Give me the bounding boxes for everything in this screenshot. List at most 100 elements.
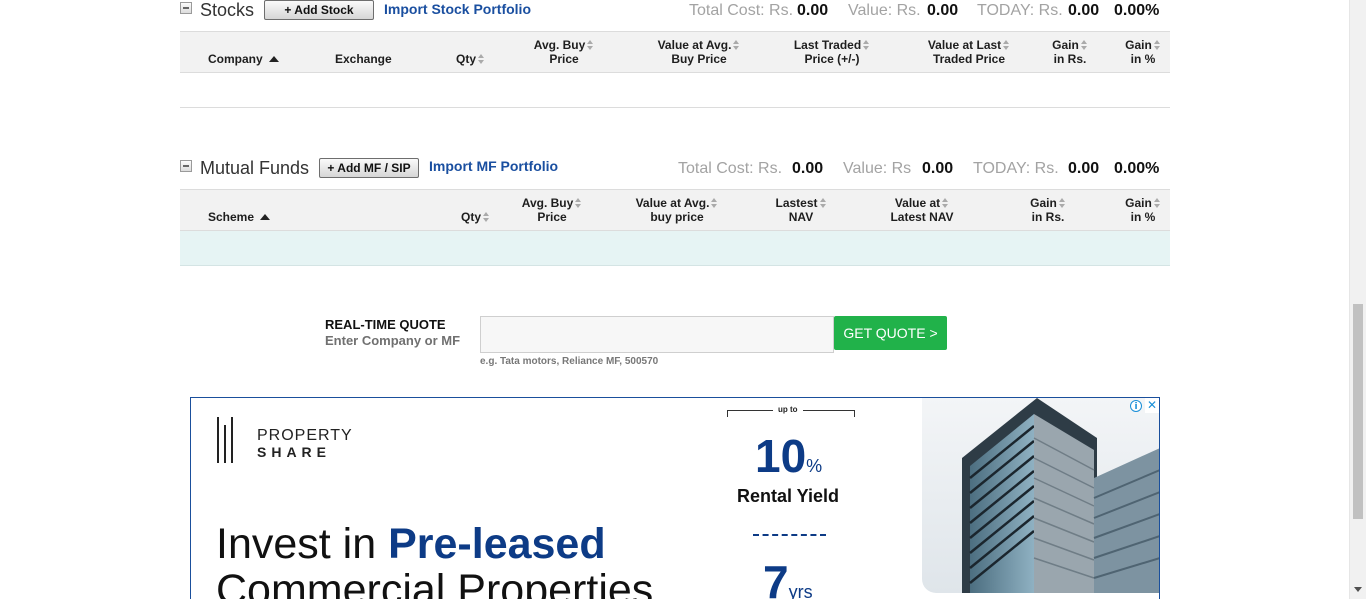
rental-yield-unit: % — [806, 456, 823, 476]
col-mf-value-avg-header[interactable]: Value at Avg. buy price — [622, 196, 732, 224]
col-lastest-nav-label-2: NAV — [788, 210, 814, 224]
stocks-total-cost-label: Total Cost: Rs. — [689, 2, 794, 19]
mf-collapse-icon[interactable] — [180, 160, 192, 172]
add-stock-button[interactable]: + Add Stock — [264, 0, 374, 20]
col-mf-value-avg-label-1: Value at Avg. — [635, 196, 710, 210]
col-mf-value-avg-label-2: buy price — [650, 210, 704, 224]
col-gain-pct-label-1: Gain — [1125, 38, 1152, 52]
col-gain-rs-label-2: in Rs. — [1053, 52, 1087, 66]
mf-today-value: 0.00 — [1068, 160, 1100, 177]
col-last-traded-label-2: Price (+/-) — [804, 52, 860, 66]
stocks-today-value: 0.00 — [1068, 2, 1100, 19]
logo-text-property: PROPERTY — [257, 427, 353, 444]
col-mf-gain-pct-header[interactable]: Gain in % — [1118, 196, 1168, 224]
ad-dashed-divider — [753, 534, 826, 536]
tenure-figure: 7yrs — [763, 555, 813, 599]
col-mf-gain-pct-label-1: Gain — [1125, 196, 1152, 210]
col-gain-pct-label-2: in % — [1130, 52, 1156, 66]
mf-empty-row — [180, 231, 1170, 266]
ad-close-icon[interactable]: ✕ — [1145, 398, 1159, 413]
stocks-table-body-divider — [180, 107, 1170, 108]
col-mf-gain-rs-label-2: in Rs. — [1031, 210, 1065, 224]
sort-icon — [478, 54, 485, 64]
col-scheme-header[interactable]: Scheme — [208, 210, 271, 224]
ad-banner[interactable]: PROPERTY SHARE Invest in Pre-leased Comm… — [190, 397, 1160, 599]
sort-icon — [1153, 40, 1161, 50]
col-mf-avg-buy-label-2: Price — [537, 210, 567, 224]
col-mf-gain-pct-label-2: in % — [1130, 210, 1156, 224]
up-to-label: up to — [773, 405, 803, 414]
col-value-last-label-2: Traded Price — [932, 52, 1006, 66]
building-illustration — [922, 398, 1159, 593]
sort-icon — [1153, 198, 1161, 208]
col-mf-gain-rs-label-1: Gain — [1030, 196, 1057, 210]
col-exchange-header[interactable]: Exchange — [335, 52, 392, 66]
col-last-traded-label-1: Last Traded — [793, 38, 862, 52]
logo-bar-icon — [231, 417, 233, 463]
building-image — [922, 398, 1159, 593]
col-lastest-nav-label-1: Lastest — [775, 196, 818, 210]
mf-value-value: 0.00 — [922, 160, 954, 177]
col-value-latest-nav-header[interactable]: Value at Latest NAV — [872, 196, 972, 224]
get-quote-button[interactable]: GET QUOTE > — [834, 316, 947, 350]
quote-sublabel: Enter Company or MF — [325, 333, 461, 348]
property-share-logo: PROPERTY SHARE — [217, 417, 377, 463]
import-stock-portfolio-link[interactable]: Import Stock Portfolio — [384, 1, 531, 17]
stocks-value-value: 0.00 — [927, 2, 959, 19]
col-value-avg-label-2: Buy Price — [671, 52, 727, 66]
sort-icon — [711, 198, 718, 208]
import-mf-portfolio-link[interactable]: Import MF Portfolio — [429, 158, 558, 174]
mf-value-label: Value: Rs — [843, 160, 912, 177]
col-mf-qty-label: Qty — [461, 210, 482, 224]
col-company-label: Company — [208, 52, 263, 66]
quote-search-input[interactable] — [480, 316, 834, 353]
col-mf-avg-buy-label-1: Avg. Buy — [521, 196, 574, 210]
col-company-header[interactable]: Company — [208, 52, 279, 66]
col-mf-avg-buy-header[interactable]: Avg. Buy Price — [512, 196, 592, 224]
ad-info-icon[interactable]: i — [1130, 400, 1142, 412]
mf-section-title: Mutual Funds — [200, 158, 310, 178]
col-avg-buy-price-header[interactable]: Avg. Buy Price — [524, 38, 604, 66]
mf-total-cost-label: Total Cost: Rs. — [678, 160, 783, 177]
rental-yield-figure: 10% — [755, 429, 822, 483]
quote-hint: e.g. Tata motors, Reliance MF, 500570 — [480, 356, 659, 367]
col-value-latest-label-1: Value at — [894, 196, 941, 210]
rental-yield-number: 10 — [755, 430, 807, 482]
col-gain-rs-label-1: Gain — [1052, 38, 1079, 52]
sort-ascending-icon — [268, 56, 279, 62]
sort-ascending-icon — [260, 214, 271, 220]
stocks-value-label: Value: Rs. — [848, 2, 921, 19]
col-value-avg-label-1: Value at Avg. — [657, 38, 732, 52]
col-value-avg-buy-header[interactable]: Value at Avg. Buy Price — [644, 38, 754, 66]
mf-today-percent: 0.00% — [1114, 160, 1160, 177]
col-last-traded-header[interactable]: Last Traded Price (+/-) — [782, 38, 882, 66]
sort-icon — [819, 198, 827, 208]
col-qty-label: Qty — [456, 52, 477, 66]
stocks-collapse-icon[interactable] — [180, 2, 192, 14]
sort-icon — [1003, 40, 1010, 50]
col-value-last-traded-header[interactable]: Value at Last Traded Price — [914, 38, 1024, 66]
sort-icon — [483, 212, 490, 222]
col-scheme-label: Scheme — [208, 210, 255, 224]
col-gain-pct-header[interactable]: Gain in % — [1118, 38, 1168, 66]
col-qty-header[interactable]: Qty — [456, 52, 485, 66]
logo-bar-icon — [217, 417, 219, 463]
vertical-scrollbar[interactable] — [1349, 0, 1366, 599]
ad-headline-line-2: Commercial Properties — [216, 566, 654, 599]
col-mf-qty-header[interactable]: Qty — [461, 210, 490, 224]
col-gain-rs-header[interactable]: Gain in Rs. — [1040, 38, 1100, 66]
col-mf-gain-rs-header[interactable]: Gain in Rs. — [1018, 196, 1078, 224]
quote-label: REAL-TIME QUOTE — [325, 317, 446, 332]
col-lastest-nav-header[interactable]: Lastest NAV — [766, 196, 836, 224]
rental-yield-label: Rental Yield — [737, 486, 840, 506]
col-value-last-label-1: Value at Last — [927, 38, 1002, 52]
sort-icon — [733, 40, 740, 50]
scroll-down-arrow-icon[interactable] — [1354, 587, 1362, 592]
col-value-latest-label-2: Latest NAV — [890, 210, 954, 224]
col-avg-buy-label-2: Price — [549, 52, 579, 66]
ad-headline-prefix: Invest in — [216, 520, 389, 568]
add-mf-sip-button[interactable]: + Add MF / SIP — [319, 158, 419, 178]
scrollbar-thumb[interactable] — [1353, 304, 1363, 519]
sort-icon — [863, 40, 870, 50]
mf-total-cost-value: 0.00 — [792, 160, 824, 177]
